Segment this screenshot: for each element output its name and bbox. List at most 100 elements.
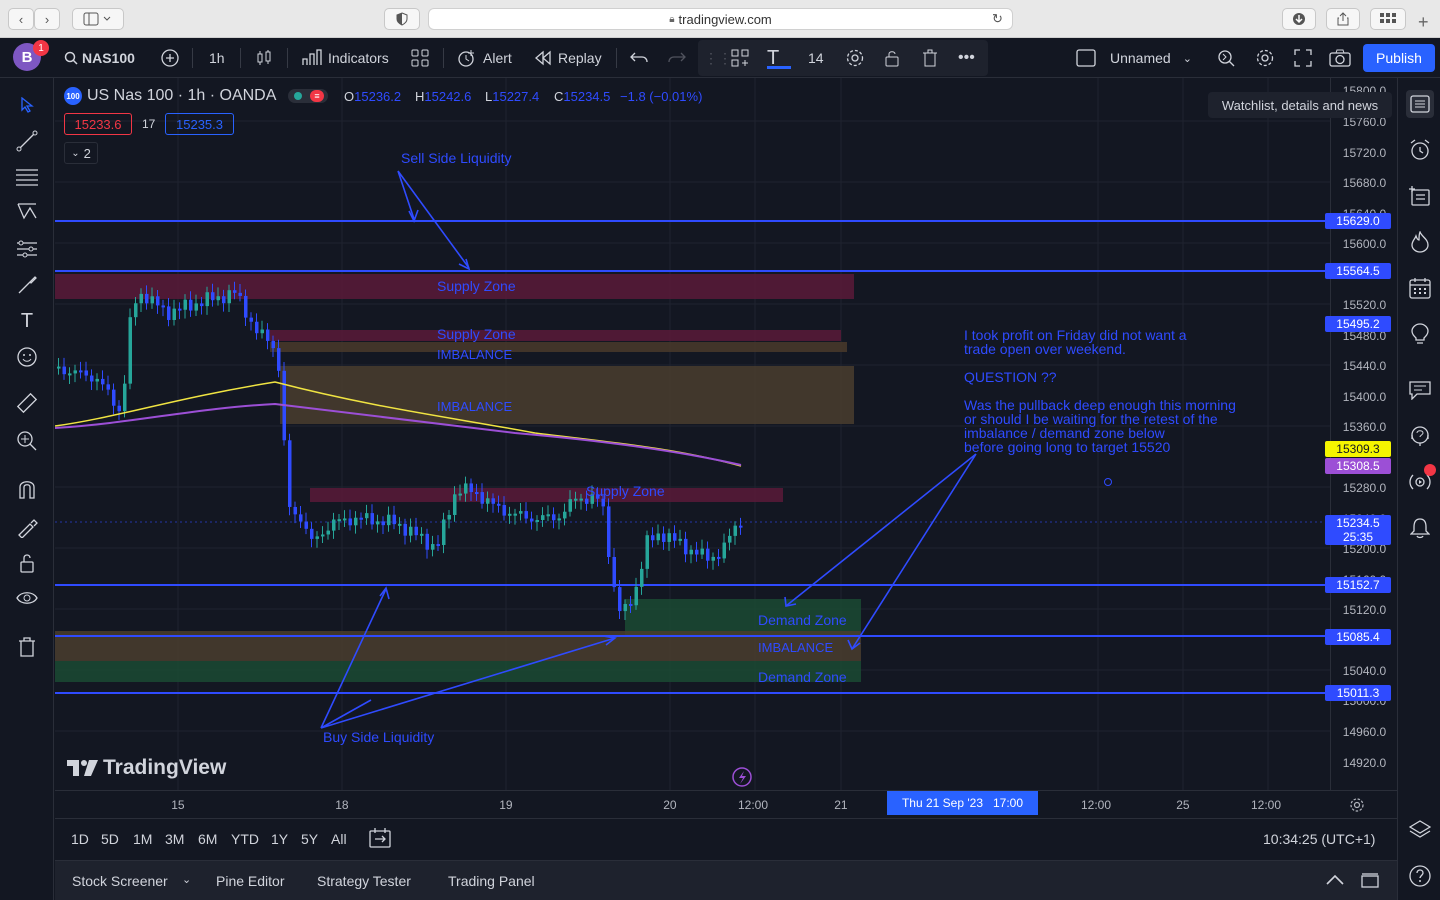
undo-icon[interactable] <box>630 38 648 78</box>
supply-zone-label-1[interactable]: Supply Zone <box>437 278 516 294</box>
supply-zone-lower[interactable] <box>310 488 783 502</box>
demand-zone-label-1[interactable]: Demand Zone <box>758 612 847 628</box>
chart-settings-icon[interactable] <box>1255 38 1275 78</box>
price-tag[interactable]: 15495.2 <box>1325 316 1391 332</box>
compare-button[interactable] <box>160 38 180 78</box>
notifications-bell-icon[interactable] <box>1406 514 1434 542</box>
imbalance-label-3[interactable]: IMBALANCE <box>758 640 833 655</box>
price-tag[interactable]: 15309.3 <box>1325 441 1391 457</box>
help-question-icon[interactable] <box>1406 862 1434 890</box>
range-button-5y[interactable]: 5Y <box>301 831 318 847</box>
demand-zone-label-2[interactable]: Demand Zone <box>758 669 847 685</box>
cursor-icon[interactable] <box>14 92 40 118</box>
price-tag[interactable]: 15085.4 <box>1325 629 1391 645</box>
chevron-up-icon[interactable] <box>1325 873 1345 892</box>
range-button-all[interactable]: All <box>331 831 347 847</box>
symbol-search[interactable]: NAS100 <box>64 38 162 78</box>
buy-side-label[interactable]: Buy Side Liquidity <box>323 729 434 745</box>
share-icon[interactable] <box>1326 8 1360 30</box>
text-color-icon[interactable]: T <box>767 38 779 78</box>
sell-price-button[interactable]: 15233.6 <box>64 113 132 135</box>
url-field[interactable]: 🔒︎ tradingview.com <box>428 8 1013 30</box>
new-tab-icon[interactable]: + <box>1418 12 1429 33</box>
lock-open-icon[interactable] <box>884 38 900 78</box>
calendar-icon[interactable] <box>1406 274 1434 302</box>
quick-search-icon[interactable] <box>1216 38 1236 78</box>
shield-icon[interactable] <box>384 8 420 30</box>
tab-stock-screener[interactable]: Stock Screener <box>72 873 168 889</box>
supply-zone-label-3[interactable]: Supply Zone <box>586 483 665 499</box>
sell-side-label[interactable]: Sell Side Liquidity <box>401 150 512 166</box>
indicators-collapse-button[interactable]: ⌄ 2 <box>64 142 98 164</box>
font-size-button[interactable]: 14 <box>808 38 824 78</box>
price-tag[interactable]: 15564.5 <box>1325 263 1391 279</box>
ideas-lightbulb-icon[interactable] <box>1406 320 1434 348</box>
legend-title[interactable]: US Nas 100 · 1h · OANDA <box>87 87 276 105</box>
price-tag[interactable]: 15011.3 <box>1325 685 1391 701</box>
text-tool-icon[interactable]: T <box>14 308 40 334</box>
watchlist-icon[interactable] <box>1406 90 1434 118</box>
supply-zone-mid[interactable] <box>270 330 841 341</box>
ruler-icon[interactable] <box>14 390 40 416</box>
tab-pine-editor[interactable]: Pine Editor <box>216 873 284 889</box>
price-tag[interactable]: 15629.0 <box>1325 213 1391 229</box>
downloads-icon[interactable] <box>1282 8 1316 30</box>
trade-note[interactable]: I took profit on Friday did not want a tr… <box>964 328 1236 454</box>
lock-drawings-icon[interactable] <box>14 550 40 576</box>
trend-line-icon[interactable] <box>14 128 40 154</box>
market-status[interactable]: ≡ <box>288 89 328 103</box>
drag-handle-icon[interactable]: ⋮⋮ <box>704 38 732 78</box>
trash-drawings-icon[interactable] <box>14 634 40 660</box>
price-tag[interactable]: 15308.5 <box>1325 458 1391 474</box>
alert-button[interactable]: Alert <box>457 38 512 78</box>
range-button-3m[interactable]: 3M <box>165 831 184 847</box>
range-button-5d[interactable]: 5D <box>101 831 119 847</box>
forecast-icon[interactable] <box>14 236 40 262</box>
tab-strategy-tester[interactable]: Strategy Tester <box>317 873 411 889</box>
alarm-clock-icon[interactable] <box>1406 136 1434 164</box>
template-grid-icon[interactable] <box>731 38 749 78</box>
drawing-mode-icon[interactable] <box>14 514 40 540</box>
trash-icon[interactable] <box>922 38 938 78</box>
range-button-6m[interactable]: 6M <box>198 831 217 847</box>
supply-zone-label-2[interactable]: Supply Zone <box>437 326 516 342</box>
magnet-icon[interactable] <box>14 476 40 502</box>
interval-button[interactable]: 1h <box>209 38 225 78</box>
chart-pane[interactable]: Sell Side Liquidity Supply Zone Supply Z… <box>55 78 1330 790</box>
reload-icon[interactable]: ↻ <box>992 11 1003 27</box>
chat-icon[interactable] <box>1406 376 1434 404</box>
help-support-icon[interactable] <box>1406 422 1434 450</box>
hotlist-flame-icon[interactable] <box>1406 228 1434 256</box>
time-axis[interactable]: 15 18 19 20 12:00 21 12:00 25 12:00 Thu 21 Sep '… <box>55 790 1397 818</box>
settings-icon[interactable] <box>845 38 865 78</box>
fullscreen-icon[interactable] <box>1294 38 1312 78</box>
date-range-calendar-icon[interactable] <box>369 827 391 854</box>
tab-trading-panel[interactable]: Trading Panel <box>448 873 535 889</box>
add-list-icon[interactable] <box>1406 182 1434 210</box>
buy-price-button[interactable]: 15235.3 <box>165 113 234 135</box>
candles-icon[interactable] <box>254 38 274 78</box>
forward-icon[interactable]: › <box>34 8 60 30</box>
eye-icon[interactable] <box>14 586 40 612</box>
imbalance-label-2[interactable]: IMBALANCE <box>437 399 512 414</box>
range-button-1y[interactable]: 1Y <box>271 831 288 847</box>
replay-button[interactable]: Replay <box>534 38 602 78</box>
maximize-panel-icon[interactable] <box>1361 873 1379 894</box>
price-axis[interactable]: 15800.015760.015720.015680.015640.015600… <box>1325 78 1397 790</box>
range-button-1m[interactable]: 1M <box>133 831 152 847</box>
brush-icon[interactable] <box>14 272 40 298</box>
zoom-in-icon[interactable] <box>14 428 40 454</box>
layout-button[interactable]: Unnamed ⌄ <box>1076 38 1192 78</box>
camera-icon[interactable] <box>1329 38 1351 78</box>
range-button-1d[interactable]: 1D <box>71 831 89 847</box>
indicators-button[interactable]: Indicators <box>302 38 389 78</box>
templates-icon[interactable] <box>411 38 429 78</box>
anchor-circle[interactable] <box>1104 478 1112 486</box>
layers-icon[interactable] <box>1406 816 1434 844</box>
clock-label[interactable]: 10:34:25 (UTC+1) <box>1263 831 1375 847</box>
imbalance-zone-small[interactable] <box>270 342 847 352</box>
price-tag[interactable]: 15152.7 <box>1325 577 1391 593</box>
tab-overview-icon[interactable] <box>1370 8 1406 30</box>
range-button-ytd[interactable]: YTD <box>231 831 259 847</box>
sidebar-toggle-icon[interactable] <box>72 8 124 30</box>
